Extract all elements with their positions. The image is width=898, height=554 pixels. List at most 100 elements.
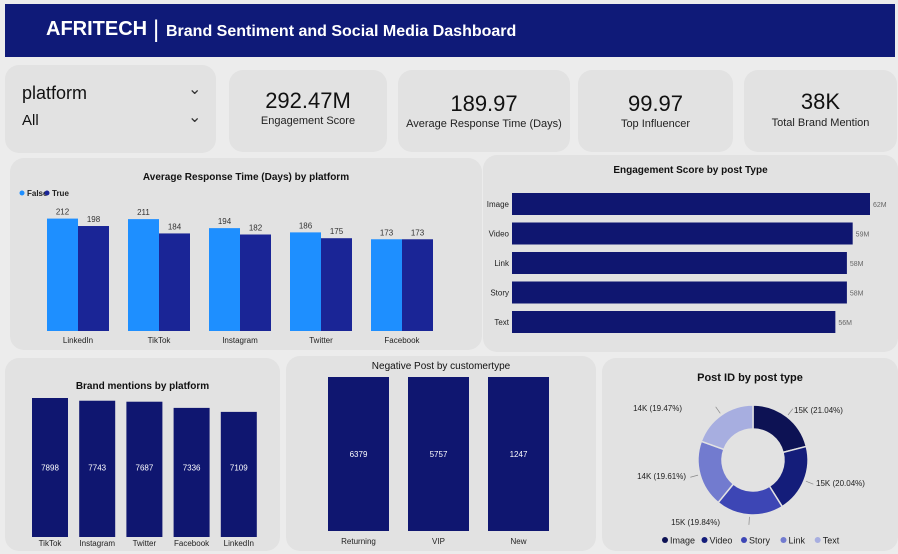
bar-image bbox=[512, 193, 870, 215]
bar-instagram-false bbox=[209, 228, 240, 331]
data-label: 211 bbox=[137, 208, 150, 217]
x-tick-label: Facebook bbox=[174, 539, 210, 548]
kpi-total-brand-mention: 38K Total Brand Mention bbox=[744, 70, 897, 152]
chevron-up-icon[interactable]: ⌄ bbox=[188, 79, 201, 99]
brand-mentions-panel: Brand mentions by platform 7898 TikTok 774… bbox=[5, 358, 280, 551]
dashboard-header: AFRITECH | Brand Sentiment and Social Me… bbox=[5, 4, 895, 57]
platform-slicer[interactable]: platform ⌄ All ⌄ bbox=[5, 65, 216, 153]
legend-label: Link bbox=[789, 536, 806, 546]
bar-linkedin-true bbox=[78, 226, 109, 331]
negative-post-panel: Negative Post by customertype 6379 Return… bbox=[286, 356, 596, 551]
y-tick-label: Video bbox=[489, 230, 510, 239]
kpi-value: 189.97 bbox=[450, 91, 518, 116]
post-type-donut-chart: 15K (21.04%) 15K (20.04%) 15K (19.84%) 14K … bbox=[633, 404, 865, 546]
leader-line bbox=[805, 480, 814, 485]
data-label: 7898 bbox=[41, 464, 59, 473]
data-label: 7743 bbox=[88, 464, 106, 473]
data-label: 212 bbox=[56, 208, 70, 217]
legend-false-marker bbox=[19, 190, 25, 196]
x-tick-label: Instagram bbox=[79, 539, 115, 548]
x-tick-label: TikTok bbox=[148, 336, 172, 345]
data-label: 182 bbox=[249, 223, 263, 232]
kpi-average-response-time: 189.97 Average Response Time (Days) bbox=[398, 70, 570, 152]
bar-linkedin bbox=[220, 411, 257, 537]
data-label: 5757 bbox=[430, 450, 448, 459]
data-label: 186 bbox=[299, 221, 313, 230]
bar-facebook-false bbox=[371, 239, 402, 331]
bar-video bbox=[512, 222, 853, 245]
y-tick-label: Image bbox=[487, 200, 510, 209]
data-label: 7336 bbox=[183, 464, 201, 473]
x-tick-label: Twitter bbox=[309, 336, 333, 345]
legend-label: Text bbox=[823, 536, 840, 546]
x-tick-label: TikTok bbox=[39, 539, 63, 548]
legend-marker-image bbox=[662, 537, 668, 543]
bar-twitter-false bbox=[290, 232, 321, 331]
response-time-panel: Average Response Time (Days) by platform… bbox=[10, 158, 482, 350]
slice-text bbox=[700, 404, 754, 451]
legend-true-label: True bbox=[52, 189, 69, 198]
chevron-down-icon[interactable]: ⌄ bbox=[188, 107, 201, 127]
kpi-engagement-score: 292.47M Engagement Score bbox=[229, 70, 387, 152]
kpi-label: Engagement Score bbox=[260, 115, 356, 127]
slice-label: 15K (19.84%) bbox=[671, 518, 720, 527]
bar-tiktok-false bbox=[128, 219, 159, 331]
x-tick-label: LinkedIn bbox=[224, 539, 254, 548]
x-tick-label: LinkedIn bbox=[63, 336, 93, 345]
post-type-panel: Post ID by post type 15K (21.04%) 15K (20… bbox=[602, 358, 898, 551]
data-label: 1247 bbox=[510, 450, 528, 459]
response-time-chart: False True212198LinkedIn211184TikTok19418… bbox=[19, 189, 433, 345]
bar-instagram-true bbox=[240, 234, 271, 331]
title-separator: | bbox=[153, 16, 160, 43]
engagement-panel: Engagement Score by post Type Image 62M Vi… bbox=[483, 155, 898, 352]
legend-marker-video bbox=[701, 537, 708, 543]
y-tick-label: Text bbox=[494, 318, 509, 327]
leader-line bbox=[690, 474, 699, 478]
slicer-field-label: platform bbox=[22, 83, 88, 103]
brand-mentions-chart: 7898 TikTok 7743 Instagram 7687 Twitter 7336 Fa… bbox=[32, 398, 257, 548]
x-tick-label: Twitter bbox=[133, 539, 157, 548]
slice-label: 14K (19.61%) bbox=[637, 472, 686, 481]
y-tick-label: Story bbox=[490, 289, 509, 298]
data-label: 7687 bbox=[136, 464, 154, 473]
bar-text bbox=[512, 311, 836, 333]
slice-label: 15K (21.04%) bbox=[794, 406, 843, 415]
data-label: 173 bbox=[380, 228, 394, 237]
data-label: 58M bbox=[850, 261, 864, 268]
slice-label: 15K (20.04%) bbox=[816, 479, 865, 488]
slice-label: 14K (19.47%) bbox=[633, 404, 682, 413]
x-tick-label: VIP bbox=[432, 537, 445, 546]
bar-link bbox=[512, 252, 847, 274]
kpi-label: Top Influencer bbox=[620, 118, 691, 130]
legend-marker-text bbox=[814, 537, 821, 543]
data-label: 7109 bbox=[230, 464, 248, 473]
x-tick-label: New bbox=[510, 537, 526, 546]
kpi-value: 99.97 bbox=[627, 91, 684, 116]
data-label: 175 bbox=[330, 227, 344, 236]
data-label: 59M bbox=[856, 232, 870, 239]
slicer-value[interactable]: All bbox=[22, 112, 39, 129]
brand-title: AFRITECH bbox=[46, 18, 148, 40]
bar-tiktok-true bbox=[159, 233, 190, 331]
engagement-chart: Image 62M Video 59M Link 58M Story 58M Text 56M bbox=[487, 193, 887, 333]
legend-true-marker bbox=[44, 190, 50, 196]
data-label: 198 bbox=[87, 215, 101, 224]
negative-post-chart: 6379 Returning 5757 VIP 1247 New bbox=[328, 377, 549, 546]
bar-twitter-true bbox=[321, 238, 352, 331]
data-label: 194 bbox=[218, 217, 232, 226]
legend-marker-story bbox=[741, 537, 747, 543]
bar-story bbox=[512, 281, 847, 304]
legend-label: Story bbox=[749, 536, 771, 546]
kpi-label: Total Brand Mention bbox=[771, 117, 870, 129]
kpi-value: 292.47M bbox=[265, 88, 351, 113]
legend-marker-link bbox=[780, 537, 787, 543]
data-label: 184 bbox=[168, 222, 182, 231]
data-label: 6379 bbox=[350, 450, 368, 459]
data-label: 173 bbox=[411, 228, 425, 237]
bar-facebook-true bbox=[402, 239, 433, 331]
kpi-label: Average Response Time (Days) bbox=[406, 118, 562, 130]
data-label: 62M bbox=[873, 202, 887, 209]
legend-label: Image bbox=[670, 536, 695, 546]
kpi-value: 38K bbox=[800, 89, 841, 114]
kpi-top-influencer: 99.97 Top Influencer bbox=[578, 70, 733, 152]
